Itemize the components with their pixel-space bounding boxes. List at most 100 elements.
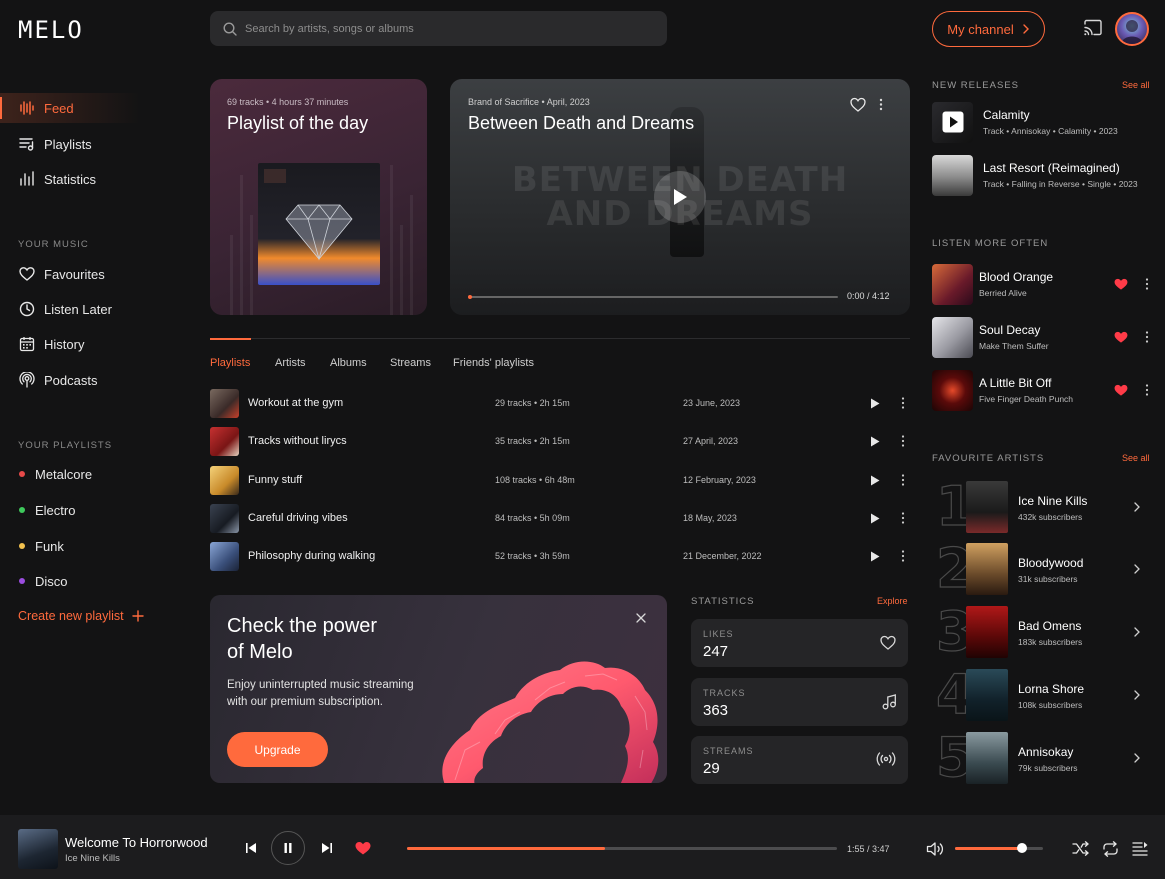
play-icon[interactable]	[870, 436, 880, 447]
playlist-row[interactable]: Funny stuff 108 tracks • 6h 48m 12 Februar…	[210, 465, 910, 495]
nav-item-podcasts[interactable]: Podcasts	[0, 365, 200, 395]
stat-value: 363	[703, 702, 729, 719]
nav-item-statistics[interactable]: Statistics	[0, 164, 200, 194]
cast-icon[interactable]	[1083, 19, 1103, 37]
artist-subscribers: 31k subscribers	[1018, 574, 1078, 584]
like-heart-icon[interactable]	[355, 841, 371, 855]
favourite-artist-item[interactable]: 5 Annisokay 79k subscribers	[932, 730, 1152, 786]
stat-label: TRACKS	[703, 688, 746, 698]
playlist-row[interactable]: Workout at the gym 29 tracks • 2h 15m 23 J…	[210, 388, 910, 418]
sidebar-playlist-metalcore[interactable]: Metalcore	[0, 459, 200, 489]
artist-photo	[966, 732, 1008, 784]
play-icon[interactable]	[870, 398, 880, 409]
podcast-icon	[18, 371, 36, 389]
artist-subscribers: 79k subscribers	[1018, 763, 1078, 773]
playlist-row[interactable]: Philosophy during walking 52 tracks • 3h …	[210, 541, 910, 571]
more-vertical-icon[interactable]	[901, 435, 905, 447]
heart-outline-icon	[880, 635, 896, 650]
liked-heart-icon[interactable]	[1114, 278, 1128, 290]
repeat-icon[interactable]	[1102, 841, 1119, 857]
new-release-item[interactable]: Calamity Track • Annisokay • Calamity • …	[932, 101, 1152, 143]
tab-albums[interactable]: Albums	[330, 357, 367, 369]
favourite-artist-item[interactable]: 2 Bloodywood 31k subscribers	[932, 541, 1152, 597]
stat-card-streams: STREAMS 29	[691, 736, 908, 784]
my-channel-button[interactable]: My channel	[932, 11, 1045, 47]
playlist-row[interactable]: Careful driving vibes 84 tracks • 5h 09m 1…	[210, 503, 910, 533]
new-release-item[interactable]: Last Resort (Reimagined) Track • Falling…	[932, 154, 1152, 196]
now-playing-title: Welcome To Horrorwood	[65, 835, 208, 850]
queue-icon[interactable]	[1132, 841, 1148, 856]
playlist-thumb	[210, 388, 239, 418]
now-playing-artist: Ice Nine Kills	[65, 853, 120, 864]
nav-item-feed[interactable]: Feed	[0, 93, 200, 123]
sidebar-playlist-funk[interactable]: Funk	[0, 531, 200, 561]
more-vertical-icon[interactable]	[901, 397, 905, 409]
playlist-row[interactable]: Tracks without lirycs 35 tracks • 2h 15m 2…	[210, 426, 910, 456]
heart-outline-icon[interactable]	[850, 97, 866, 112]
search-input[interactable]	[245, 22, 625, 35]
tab-artists[interactable]: Artists	[275, 357, 306, 369]
new-releases-see-all[interactable]: See all	[1122, 80, 1150, 90]
liked-heart-icon[interactable]	[1114, 331, 1128, 343]
playlist-icon	[18, 135, 36, 153]
nav-item-listen-later[interactable]: Listen Later	[0, 294, 200, 324]
volume-icon[interactable]	[926, 841, 944, 857]
release-art	[932, 154, 973, 196]
more-vertical-icon[interactable]	[901, 550, 905, 562]
pause-button[interactable]	[271, 831, 305, 865]
track-title: Soul Decay	[979, 323, 1041, 337]
more-vertical-icon[interactable]	[901, 474, 905, 486]
promo-title-line: Check the power	[227, 615, 378, 637]
avatar[interactable]	[1115, 12, 1149, 46]
tab-playlists[interactable]: Playlists	[210, 357, 250, 369]
more-vertical-icon[interactable]	[1145, 331, 1149, 343]
volume-slider[interactable]	[955, 843, 1043, 853]
favourite-artist-item[interactable]: 3 Bad Omens 183k subscribers	[932, 604, 1152, 660]
favourite-artists-see-all[interactable]: See all	[1122, 453, 1150, 463]
sidebar-playlist-electro[interactable]: Electro	[0, 495, 200, 525]
your-music-heading: YOUR MUSIC	[18, 239, 89, 250]
playlist-of-the-day-card[interactable]: 69 tracks • 4 hours 37 minutes Playlist …	[210, 79, 427, 315]
track-count: 69 tracks	[227, 97, 264, 107]
listen-more-item[interactable]: A Little Bit Off Five Finger Death Punch	[932, 368, 1152, 412]
calendar-icon	[18, 335, 36, 353]
listen-more-item[interactable]: Soul Decay Make Them Suffer	[932, 315, 1152, 359]
search-bar[interactable]	[210, 11, 667, 46]
more-vertical-icon[interactable]	[901, 512, 905, 524]
video-play-button[interactable]	[654, 171, 706, 223]
artist-photo	[966, 543, 1008, 595]
play-icon[interactable]	[870, 475, 880, 486]
create-playlist-button[interactable]: Create new playlist	[18, 609, 144, 623]
favourite-artist-item[interactable]: 4 Lorna Shore 108k subscribers	[932, 667, 1152, 723]
play-icon[interactable]	[870, 551, 880, 562]
video-progress-bar[interactable]	[468, 295, 838, 299]
close-icon[interactable]	[636, 613, 646, 623]
more-vertical-icon[interactable]	[879, 98, 883, 111]
nav-item-playlists[interactable]: Playlists	[0, 129, 200, 159]
more-vertical-icon[interactable]	[1145, 384, 1149, 396]
upgrade-button[interactable]: Upgrade	[227, 732, 328, 767]
next-icon[interactable]	[321, 842, 333, 854]
tab-streams[interactable]: Streams	[390, 357, 431, 369]
listen-more-item[interactable]: Blood Orange Berried Alive	[932, 262, 1152, 306]
chevron-right-icon	[1134, 502, 1140, 512]
volume-knob[interactable]	[1016, 843, 1027, 853]
shuffle-icon[interactable]	[1072, 841, 1090, 856]
track-time: 1:55 / 3:47	[847, 844, 890, 854]
nav-item-history[interactable]: History	[0, 329, 200, 359]
sidebar-playlist-disco[interactable]: Disco	[0, 566, 200, 596]
explore-link[interactable]: Explore	[877, 596, 908, 606]
track-progress-bar[interactable]	[407, 847, 837, 850]
tab-friends-playlists[interactable]: Friends' playlists	[453, 357, 534, 369]
nav-label: Favourites	[44, 266, 105, 282]
stat-value: 247	[703, 643, 729, 660]
previous-icon[interactable]	[245, 842, 257, 854]
more-vertical-icon[interactable]	[1145, 278, 1149, 290]
playlist-duration: 6h 48m	[544, 475, 575, 485]
play-icon[interactable]	[870, 513, 880, 524]
nav-item-favourites[interactable]: Favourites	[0, 259, 200, 289]
liked-heart-icon[interactable]	[1114, 384, 1128, 396]
app-logo[interactable]: MELO	[18, 16, 84, 44]
featured-video-card[interactable]: BETWEEN DEATH AND DREAMS Brand of Sacrif…	[450, 79, 910, 315]
favourite-artist-item[interactable]: 1 Ice Nine Kills 432k subscribers	[932, 479, 1152, 535]
